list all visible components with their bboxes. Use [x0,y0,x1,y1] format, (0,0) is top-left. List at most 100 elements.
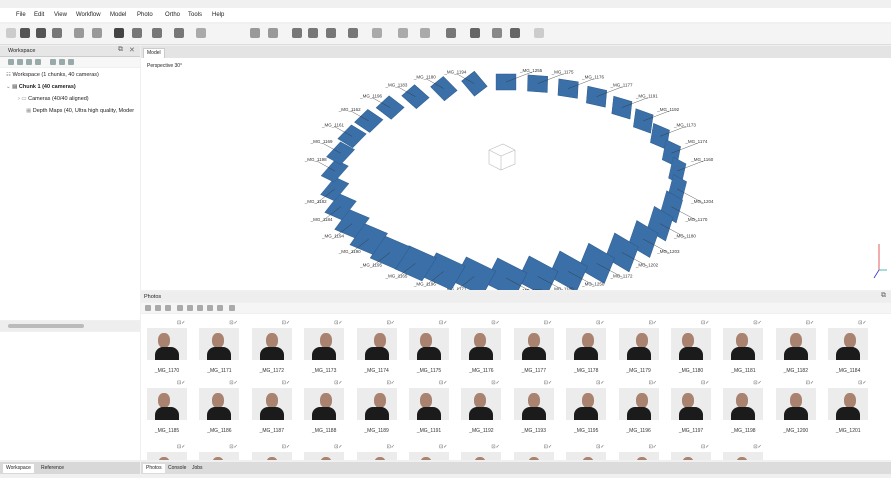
menu-workflow[interactable]: Workflow [76,12,101,18]
tab-model[interactable]: Model [143,48,165,58]
photo-thumbnail[interactable] [618,452,659,460]
photo-thumbnail[interactable] [775,328,816,360]
export-icon[interactable] [52,28,62,38]
tree-item-workspace[interactable]: ☷ Workspace (1 chunks, 40 cameras) [6,70,99,80]
camera-frame[interactable]: _MG_1162 [338,107,384,133]
photo-thumbnail[interactable] [461,388,502,420]
photo-thumbnail[interactable] [409,328,449,360]
crop-icon[interactable] [268,28,278,38]
enable-icon[interactable] [145,305,151,311]
marker-icon[interactable] [35,59,41,65]
grid-icon[interactable] [372,28,382,38]
tab-console[interactable]: Console [165,464,189,473]
enable-icon[interactable] [50,59,56,65]
folder-icon[interactable] [26,59,32,65]
photo-thumbnail[interactable] [513,452,554,460]
panel-icon[interactable] [510,28,520,38]
camera-ring[interactable]: _MG_1255 _MG_1175 _MG_1176 _MG_1177 _MG_1191… [141,58,891,290]
photo-thumbnail[interactable] [671,328,711,360]
scrollbar-thumb[interactable] [8,324,84,328]
photo-thumbnail[interactable] [147,388,187,420]
float-icon[interactable]: ⧉ [118,46,123,54]
disable-icon[interactable] [59,59,65,65]
photo-thumbnail[interactable] [251,328,292,360]
move-icon[interactable] [326,28,336,38]
photo-thumbnail[interactable] [461,452,502,460]
undo-icon[interactable] [74,28,84,38]
redo-icon[interactable] [92,28,102,38]
float-icon[interactable]: ⧉ [881,292,886,300]
photo-thumbnail[interactable] [566,388,607,420]
tab-photos[interactable]: Photos [143,464,165,473]
menu-photo[interactable]: Photo [137,12,153,18]
photo-thumbnail[interactable] [618,328,659,360]
photo-thumbnail[interactable] [304,452,345,460]
tab-jobs[interactable]: Jobs [189,464,206,473]
free-select-icon[interactable] [174,28,184,38]
texture-icon[interactable] [420,28,430,38]
photo-thumbnail[interactable] [251,388,292,420]
points-icon[interactable] [348,28,358,38]
open-icon[interactable] [20,28,30,38]
rotate-left-icon[interactable] [177,305,183,311]
photo-thumbnail[interactable] [409,388,449,420]
shape-icon[interactable] [470,28,480,38]
menu-file[interactable]: File [16,12,26,18]
large-view-icon[interactable] [207,305,213,311]
photo-thumbnail[interactable] [828,328,869,360]
photo-thumbnail[interactable] [147,328,187,360]
camera-icon[interactable] [446,28,456,38]
add-chunk-icon[interactable] [8,59,14,65]
tab-workspace[interactable]: Workspace [3,464,34,473]
photo-thumbnail[interactable] [199,452,240,460]
zoom-out-icon[interactable] [308,28,318,38]
photo-thumbnail[interactable] [513,388,554,420]
circle-select-icon[interactable] [152,28,162,38]
photo-thumbnail[interactable] [618,388,659,420]
menu-model[interactable]: Model [110,12,126,18]
tree-item-cameras[interactable]: › ▭ Cameras (40/40 aligned) [18,94,89,104]
photo-thumbnail[interactable] [461,328,502,360]
tree-item-depth-maps[interactable]: ▦ Depth Maps (40, Ultra high quality, Mo… [26,106,134,116]
menu-view[interactable]: View [54,12,67,18]
reset-icon[interactable] [197,305,203,311]
photo-thumbnail[interactable] [147,452,187,460]
rect-select-icon[interactable] [132,28,142,38]
menu-ortho[interactable]: Ortho [165,12,180,18]
photo-thumbnail[interactable] [566,328,607,360]
flag-icon[interactable] [492,28,502,38]
photo-thumbnail[interactable] [199,388,240,420]
photo-thumbnail[interactable] [356,388,397,420]
remove-icon[interactable] [165,305,171,311]
photo-thumbnail[interactable] [304,328,345,360]
photo-thumbnail[interactable] [723,388,764,420]
zoom-in-icon[interactable] [292,28,302,38]
tree-item-chunk[interactable]: ⌄ ▤ Chunk 1 (40 cameras) [6,82,76,92]
photo-thumbnail[interactable] [199,328,240,360]
photo-thumbnail[interactable] [356,452,397,460]
photo-thumbnail[interactable] [304,388,345,420]
small-view-icon[interactable] [217,305,223,311]
camera-frame[interactable]: _MG_1174 [661,139,708,167]
photo-thumbnail[interactable] [356,328,397,360]
photo-thumbnail[interactable] [723,328,764,360]
menu-edit[interactable]: Edit [34,12,44,18]
menu-tools[interactable]: Tools [188,12,202,18]
delete-icon[interactable] [250,28,260,38]
photo-thumbnail[interactable] [566,452,607,460]
solid-icon[interactable] [398,28,408,38]
draw-icon[interactable] [196,28,206,38]
fit-icon[interactable] [534,28,544,38]
tab-reference[interactable]: Reference [38,464,67,473]
photo-thumbnail[interactable] [723,452,764,460]
horizontal-scrollbar[interactable] [0,321,140,331]
pointer-icon[interactable] [114,28,124,38]
remove-icon[interactable] [68,59,74,65]
menu-help[interactable]: Help [212,12,224,18]
region-box[interactable] [488,143,516,171]
close-icon[interactable]: ✕ [129,46,135,54]
new-icon[interactable] [6,28,16,38]
disable-icon[interactable] [155,305,161,311]
photo-thumbnail[interactable] [513,328,554,360]
model-viewport[interactable]: Perspective 30° _MG_1255 _MG_1175 _MG_1176… [141,58,891,290]
